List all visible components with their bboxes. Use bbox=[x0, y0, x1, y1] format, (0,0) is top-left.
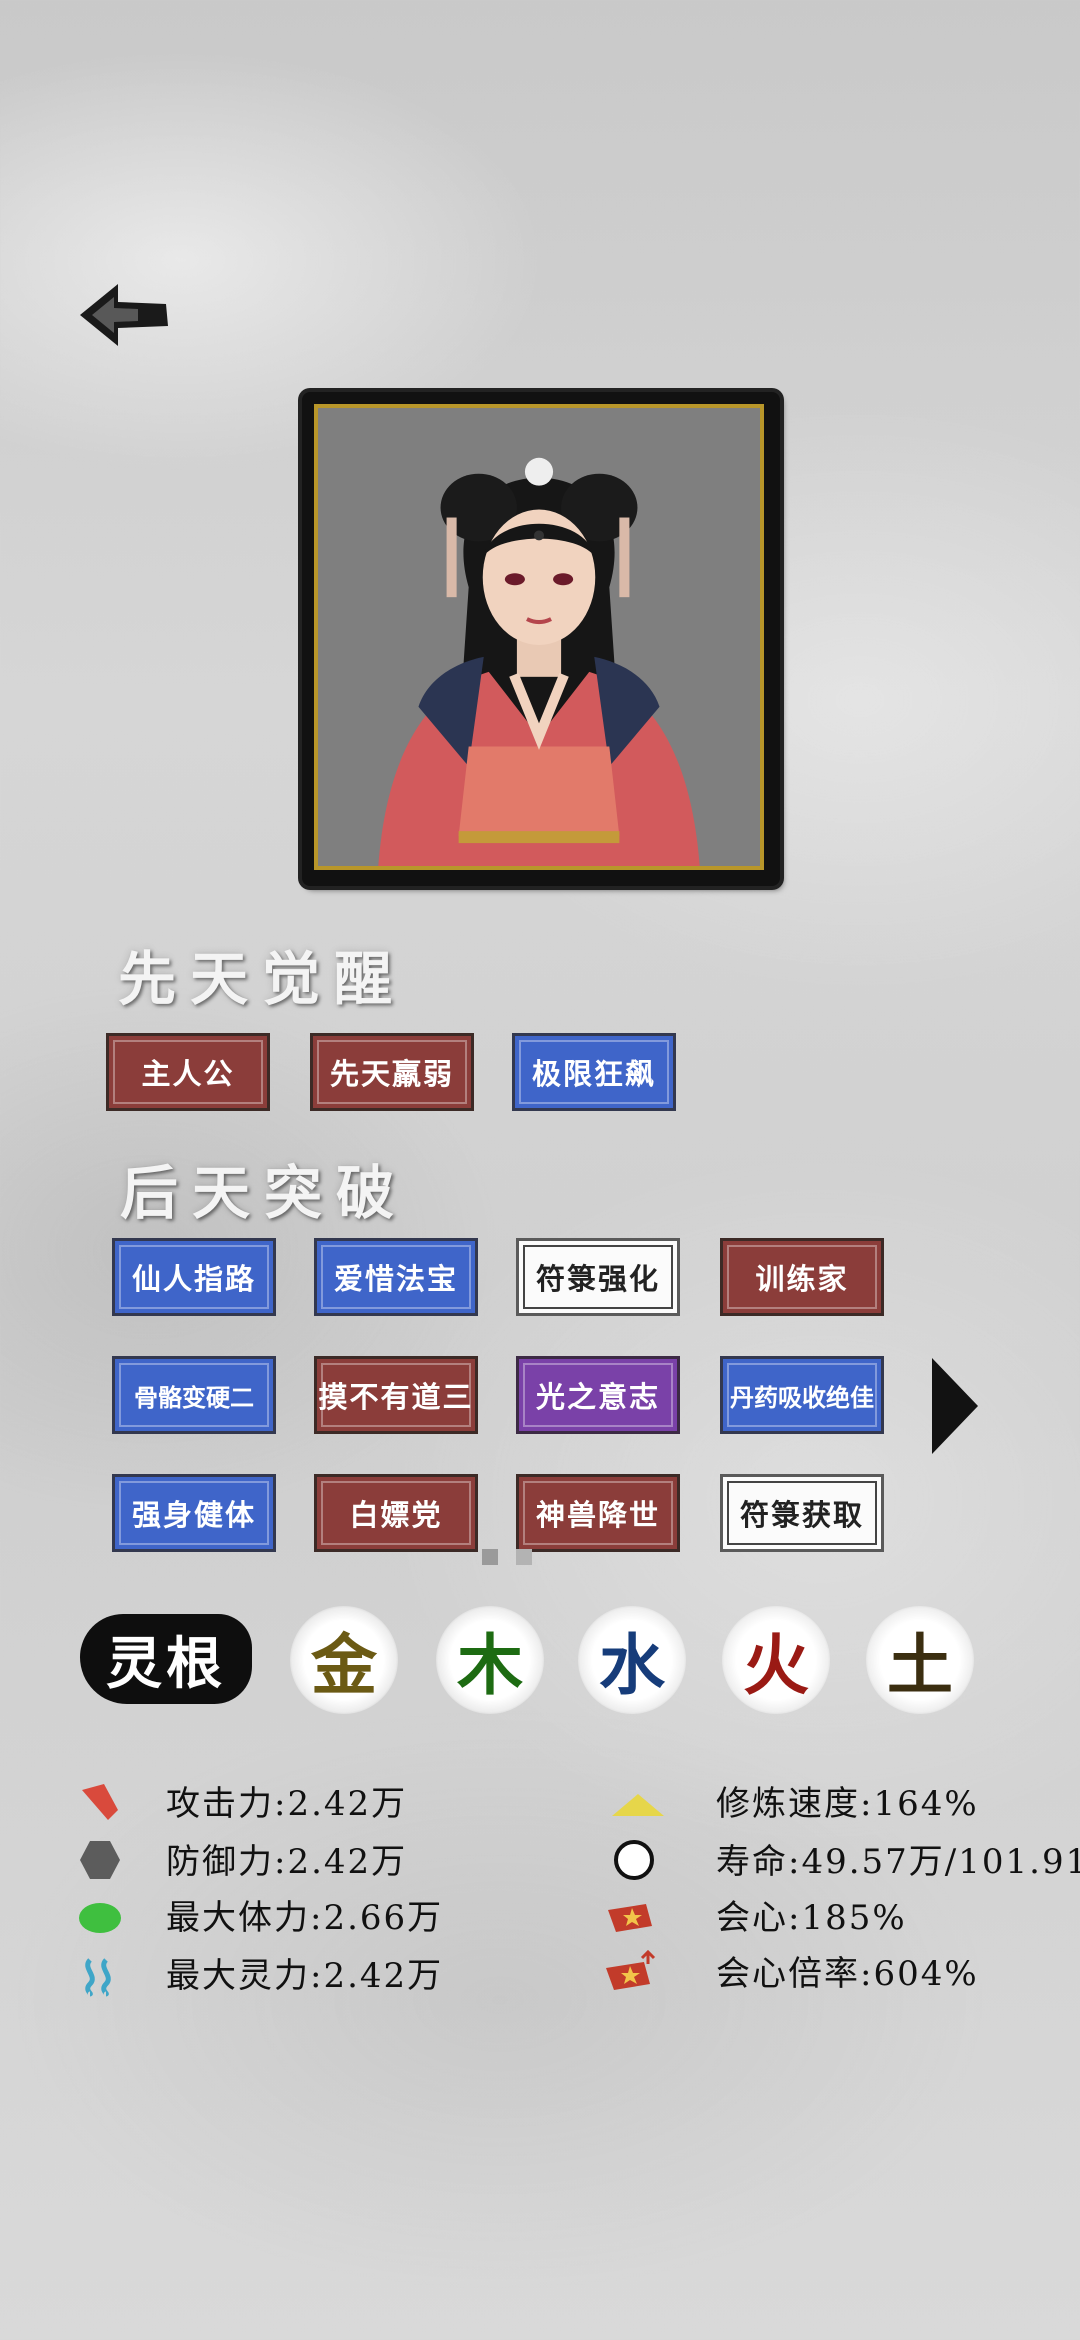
trait-badge[interactable]: 先天羸弱 bbox=[310, 1033, 474, 1111]
defense-icon bbox=[78, 1838, 122, 1882]
trait-badge[interactable]: 极限狂飙 bbox=[512, 1033, 676, 1111]
element-char: 木 bbox=[457, 1626, 523, 1704]
trait-badge[interactable]: 训练家 bbox=[720, 1238, 884, 1316]
stat-defense: 防御力:2.42万 bbox=[166, 1842, 408, 1882]
innate-section-title: 先天觉醒 bbox=[118, 945, 407, 1013]
stat-attack: 攻击力:2.42万 bbox=[166, 1784, 408, 1824]
trait-badge[interactable]: 主人公 bbox=[106, 1033, 270, 1111]
spirit-root-label: 灵根 bbox=[80, 1614, 252, 1704]
element-char: 火 bbox=[743, 1626, 809, 1704]
crit-multiplier-icon bbox=[604, 1949, 660, 1994]
spirit-root-wood[interactable]: 木 bbox=[436, 1606, 544, 1714]
trait-badge[interactable]: 仙人指路 bbox=[112, 1238, 276, 1316]
speed-icon bbox=[610, 1780, 666, 1824]
page-indicator-dot[interactable] bbox=[516, 1549, 532, 1565]
trait-badge[interactable]: 光之意志 bbox=[516, 1356, 680, 1434]
trait-badge[interactable]: 爱惜法宝 bbox=[314, 1238, 478, 1316]
next-page-icon[interactable] bbox=[930, 1356, 980, 1456]
character-portrait bbox=[314, 404, 764, 870]
stat-max-hp: 最大体力:2.66万 bbox=[166, 1898, 444, 1938]
back-arrow-icon[interactable] bbox=[78, 280, 178, 350]
spirit-root-earth[interactable]: 土 bbox=[866, 1606, 974, 1714]
trait-badge[interactable]: 神兽降世 bbox=[516, 1474, 680, 1552]
page-indicator-dot[interactable] bbox=[482, 1549, 498, 1565]
lifespan-icon bbox=[612, 1838, 656, 1882]
stat-lifespan: 寿命:49.57万/101.91万 bbox=[716, 1842, 1080, 1882]
stat-crit: 会心:185% bbox=[716, 1898, 907, 1938]
element-char: 土 bbox=[887, 1626, 953, 1704]
crit-icon bbox=[606, 1896, 656, 1940]
trait-badge[interactable]: 骨骼变硬二 bbox=[112, 1356, 276, 1434]
trait-badge[interactable]: 强身健体 bbox=[112, 1474, 276, 1552]
element-char: 金 bbox=[311, 1626, 377, 1704]
spirit-icon bbox=[80, 1954, 124, 1998]
acquired-section-title: 后天突破 bbox=[120, 1159, 409, 1227]
stat-cultivation-speed: 修炼速度:164% bbox=[716, 1784, 979, 1824]
trait-badge[interactable]: 摸不有道三 bbox=[314, 1356, 478, 1434]
spirit-root-fire[interactable]: 火 bbox=[722, 1606, 830, 1714]
spirit-root-metal[interactable]: 金 bbox=[290, 1606, 398, 1714]
stat-crit-multiplier: 会心倍率:604% bbox=[716, 1954, 979, 1994]
element-char: 水 bbox=[599, 1626, 665, 1704]
attack-icon bbox=[78, 1780, 122, 1824]
trait-badge[interactable]: 符箓获取 bbox=[720, 1474, 884, 1552]
trait-badge[interactable]: 丹药吸收绝佳 bbox=[720, 1356, 884, 1434]
trait-badge[interactable]: 符箓强化 bbox=[516, 1238, 680, 1316]
portrait-frame bbox=[302, 392, 780, 886]
spirit-root-water[interactable]: 水 bbox=[578, 1606, 686, 1714]
stat-max-spirit: 最大灵力:2.42万 bbox=[166, 1956, 444, 1996]
hp-icon bbox=[78, 1894, 122, 1938]
trait-badge[interactable]: 白嫖党 bbox=[314, 1474, 478, 1552]
